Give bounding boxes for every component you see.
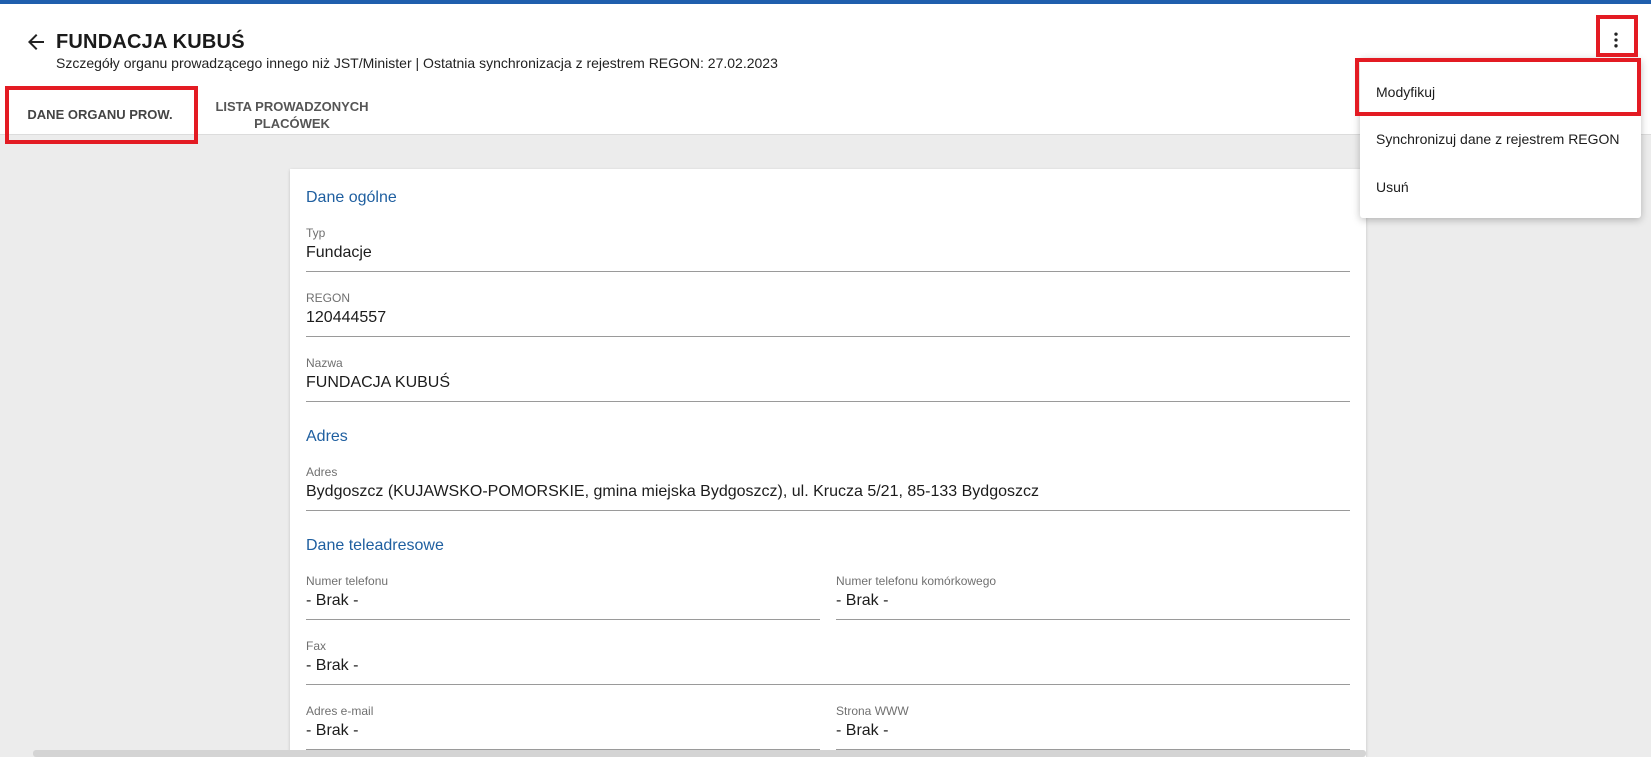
section-title-general: Dane ogólne xyxy=(306,189,397,206)
field-label: Nazwa xyxy=(306,356,343,370)
field-value: - Brak - xyxy=(306,592,359,609)
arrow-left-icon[interactable] xyxy=(24,30,48,54)
more-vertical-icon xyxy=(1614,32,1618,48)
field-label: Adres xyxy=(306,465,338,479)
menu-item-modyfikuj[interactable]: Modyfikuj xyxy=(1360,68,1641,116)
field-email: Adres e-mail - Brak - xyxy=(306,704,820,750)
field-label: Typ xyxy=(306,226,326,240)
field-label: Numer telefonu xyxy=(306,574,389,588)
field-regon: REGON 120444557 xyxy=(306,291,1350,337)
horizontal-scrollbar[interactable] xyxy=(33,750,1366,757)
field-label: Adres e-mail xyxy=(306,704,374,718)
field-adres: Adres Bydgoszcz (KUJAWSKO-POMORSKIE, gmi… xyxy=(306,465,1350,511)
field-label: REGON xyxy=(306,291,351,305)
more-options-button[interactable] xyxy=(1601,25,1631,55)
tab-dane-organu[interactable]: DANE ORGANU PROW. xyxy=(6,90,194,139)
details-card: Dane ogólne Typ Fundacje REGON 120444557… xyxy=(290,169,1366,757)
field-value: - Brak - xyxy=(306,657,359,674)
page-subtitle: Szczegóły organu prowadzącego innego niż… xyxy=(56,55,778,71)
field-value: - Brak - xyxy=(306,722,359,739)
field-typ: Typ Fundacje xyxy=(306,226,1350,272)
field-value: Fundacje xyxy=(306,244,372,261)
field-value: - Brak - xyxy=(836,722,889,739)
field-fax: Fax - Brak - xyxy=(306,639,1350,685)
menu-item-synchronizuj[interactable]: Synchronizuj dane z rejestrem REGON xyxy=(1360,115,1641,163)
section-title-contact: Dane teleadresowe xyxy=(306,537,444,554)
tab-lista-placowek[interactable]: LISTA PROWADZONYCH PLACÓWEK xyxy=(194,90,390,139)
actions-dropdown-menu: Modyfikuj Synchronizuj dane z rejestrem … xyxy=(1360,58,1641,218)
field-nazwa: Nazwa FUNDACJA KUBUŚ xyxy=(306,356,1350,402)
field-value: FUNDACJA KUBUŚ xyxy=(306,374,451,391)
tab-lista-placowek-label: LISTA PROWADZONYCH PLACÓWEK xyxy=(215,99,369,131)
field-label: Fax xyxy=(306,639,327,653)
field-phone: Numer telefonu - Brak - xyxy=(306,574,820,620)
field-value: Bydgoszcz (KUJAWSKO-POMORSKIE, gmina mie… xyxy=(306,483,1039,500)
section-title-address: Adres xyxy=(306,428,348,445)
field-value: - Brak - xyxy=(836,592,889,609)
field-www: Strona WWW - Brak - xyxy=(836,704,1350,750)
field-label: Strona WWW xyxy=(836,704,909,718)
field-value: 120444557 xyxy=(306,309,387,326)
menu-item-usun[interactable]: Usuń xyxy=(1360,163,1641,211)
page-title: FUNDACJA KUBUŚ xyxy=(56,31,245,53)
field-label: Numer telefonu komórkowego xyxy=(836,574,997,588)
field-mobile: Numer telefonu komórkowego - Brak - xyxy=(836,574,1350,620)
